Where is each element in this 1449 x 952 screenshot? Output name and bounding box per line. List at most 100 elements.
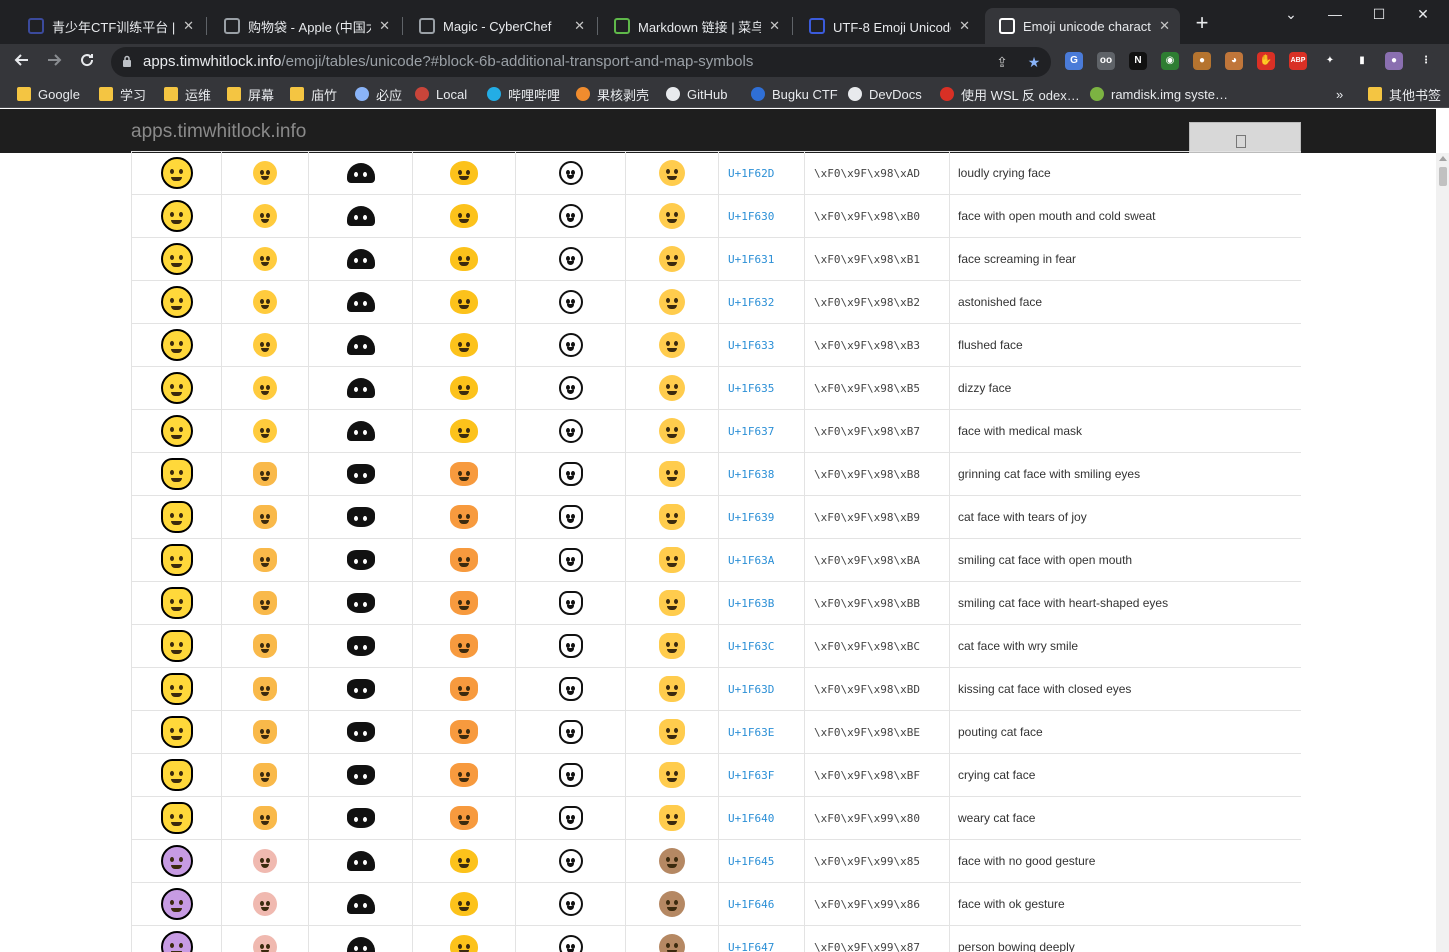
emoji-cell bbox=[625, 882, 719, 926]
bookmark-item[interactable]: 运维 bbox=[164, 85, 211, 103]
bookmark-item[interactable]: GitHub bbox=[666, 85, 727, 103]
notion-icon[interactable]: N bbox=[1129, 52, 1147, 70]
scroll-thumb[interactable] bbox=[1439, 167, 1447, 186]
unicode-link[interactable]: U+1F63B bbox=[720, 597, 774, 610]
emoji-apple-style-icon bbox=[160, 458, 193, 490]
unicode-link[interactable]: U+1F631 bbox=[720, 253, 774, 266]
tab-separator bbox=[597, 17, 598, 35]
bookmark-item[interactable]: 屏幕 bbox=[227, 85, 274, 103]
emoji-cell bbox=[131, 237, 222, 281]
emoji-apple-style-icon bbox=[160, 931, 193, 952]
unicode-link[interactable]: U+1F62D bbox=[720, 167, 774, 180]
back-button[interactable] bbox=[10, 50, 34, 74]
unicode-link[interactable]: U+1F63D bbox=[720, 683, 774, 696]
bookmark-item[interactable]: 庙竹 bbox=[290, 85, 337, 103]
unicode-link[interactable]: U+1F637 bbox=[720, 425, 774, 438]
new-tab-button[interactable]: + bbox=[1190, 12, 1214, 36]
browser-tab[interactable]: 青少年CTF训练平台 | 原 ✕ bbox=[14, 8, 204, 44]
emoji-outline-style-icon bbox=[558, 161, 583, 185]
tab-close-icon[interactable]: ✕ bbox=[959, 18, 970, 34]
emoji-cell bbox=[221, 667, 309, 711]
hand-icon[interactable]: ✋ bbox=[1257, 52, 1275, 70]
address-bar[interactable]: apps.timwhitlock.info/emoji/tables/unico… bbox=[111, 47, 1051, 77]
unicode-cell: U+1F630 bbox=[718, 194, 805, 238]
sidepanel-icon[interactable]: ▮ bbox=[1353, 52, 1371, 70]
bookmark-item[interactable]: 果核剥壳 bbox=[576, 85, 649, 103]
menu-icon[interactable]: ⋮ bbox=[1417, 52, 1435, 70]
unicode-link[interactable]: U+1F63C bbox=[720, 640, 774, 653]
browser-tab[interactable]: Markdown 链接 | 菜鸟教 ✕ bbox=[600, 8, 790, 44]
bookmark-item[interactable]: 哔哩哔哩 bbox=[487, 85, 560, 103]
unicode-link[interactable]: U+1F63A bbox=[720, 554, 774, 567]
bookmark-item[interactable]: Local bbox=[415, 85, 467, 103]
emoji-cell bbox=[625, 452, 719, 496]
url-path: /emoji/tables/unicode?#block-6b-addition… bbox=[281, 53, 754, 70]
translate-icon[interactable]: G bbox=[1065, 52, 1083, 70]
scroll-up-arrow[interactable] bbox=[1439, 156, 1447, 161]
glasses-icon[interactable]: oo bbox=[1097, 52, 1115, 70]
minimize-button[interactable]: — bbox=[1320, 6, 1350, 26]
tab-close-icon[interactable]: ✕ bbox=[379, 18, 390, 34]
utf8-bytes: \xF0\x9F\x98\xB5 bbox=[814, 381, 920, 395]
maximize-button[interactable]: ☐ bbox=[1364, 6, 1394, 26]
unicode-cell: U+1F632 bbox=[718, 280, 805, 324]
avatar-icon[interactable]: ● bbox=[1385, 52, 1403, 70]
reload-button[interactable] bbox=[75, 50, 99, 74]
unicode-link[interactable]: U+1F639 bbox=[720, 511, 774, 524]
description-cell: grinning cat face with smiling eyes bbox=[949, 452, 1301, 496]
emoji-cell bbox=[131, 581, 222, 625]
bookmark-item[interactable]: Google bbox=[17, 85, 80, 103]
emoji-cell bbox=[412, 495, 516, 539]
close-window-button[interactable]: ✕ bbox=[1408, 6, 1438, 26]
other-bookmarks-folder[interactable]: 其他书签 bbox=[1368, 85, 1441, 103]
emoji-cell bbox=[221, 194, 309, 238]
browser-tab[interactable]: 购物袋 - Apple (中国大 ✕ bbox=[210, 8, 400, 44]
tab-close-icon[interactable]: ✕ bbox=[183, 18, 194, 34]
emoji-twitter-style-icon bbox=[659, 332, 685, 358]
adblock-icon[interactable]: ABP bbox=[1289, 52, 1307, 70]
leaf-icon[interactable]: ◉ bbox=[1161, 52, 1179, 70]
browser-tab[interactable]: Emoji unicode charact ✕ bbox=[985, 8, 1180, 44]
tab-close-icon[interactable]: ✕ bbox=[1159, 18, 1170, 34]
emoji-cell bbox=[515, 925, 626, 952]
cookie-icon[interactable]: ● bbox=[1193, 52, 1211, 70]
bookmark-star-icon[interactable]: ★ bbox=[1025, 53, 1043, 71]
emoji-outline-style-icon bbox=[558, 505, 583, 529]
unicode-link[interactable]: U+1F63E bbox=[720, 726, 774, 739]
unicode-link[interactable]: U+1F630 bbox=[720, 210, 774, 223]
bookmark-item[interactable]: ramdisk.img syste… bbox=[1090, 85, 1228, 103]
tab-close-icon[interactable]: ✕ bbox=[769, 18, 780, 34]
unicode-link[interactable]: U+1F645 bbox=[720, 855, 774, 868]
share-icon[interactable]: ⇪ bbox=[993, 53, 1011, 71]
tab-favicon-icon bbox=[224, 18, 240, 34]
tab-close-icon[interactable]: ✕ bbox=[574, 18, 585, 34]
bytes-cell: \xF0\x9F\x98\xBA bbox=[804, 538, 950, 582]
emoji-twitter-style-icon bbox=[659, 676, 685, 702]
unicode-link[interactable]: U+1F635 bbox=[720, 382, 774, 395]
page-scrollbar[interactable] bbox=[1436, 153, 1449, 952]
unicode-link[interactable]: U+1F646 bbox=[720, 898, 774, 911]
forward-button[interactable] bbox=[42, 50, 66, 74]
bookmark-item[interactable]: 学习 bbox=[99, 85, 146, 103]
unicode-link[interactable]: U+1F63F bbox=[720, 769, 774, 782]
bookmark-item[interactable]: DevDocs bbox=[848, 85, 922, 103]
browser-tab[interactable]: UTF-8 Emoji Unicode 编 ✕ bbox=[795, 8, 980, 44]
bookmark-item[interactable]: Bugku CTF bbox=[751, 85, 838, 103]
unicode-link[interactable]: U+1F647 bbox=[720, 941, 774, 952]
emoji-twitter-style-icon bbox=[659, 590, 685, 616]
emoji-description: smiling cat face with heart-shaped eyes bbox=[958, 596, 1169, 610]
unicode-link[interactable]: U+1F638 bbox=[720, 468, 774, 481]
puzzle-icon[interactable]: ✦ bbox=[1321, 52, 1339, 70]
browser-tab[interactable]: Magic - CyberChef ✕ bbox=[405, 8, 595, 44]
emoji-outline-style-icon bbox=[558, 204, 583, 228]
bookmark-item[interactable]: 使用 WSL 反 odex… bbox=[940, 85, 1080, 103]
site-title[interactable]: apps.timwhitlock.info bbox=[131, 121, 306, 143]
tab-search-icon[interactable]: ⌄ bbox=[1276, 6, 1306, 26]
bookmark-item[interactable]: 必应 bbox=[355, 85, 402, 103]
unicode-link[interactable]: U+1F633 bbox=[720, 339, 774, 352]
emoji-cell bbox=[221, 925, 309, 952]
bookmarks-overflow-button[interactable]: » bbox=[1336, 85, 1343, 103]
unicode-link[interactable]: U+1F640 bbox=[720, 812, 774, 825]
unicode-link[interactable]: U+1F632 bbox=[720, 296, 774, 309]
monkey-icon[interactable]: ◕ bbox=[1225, 52, 1243, 70]
